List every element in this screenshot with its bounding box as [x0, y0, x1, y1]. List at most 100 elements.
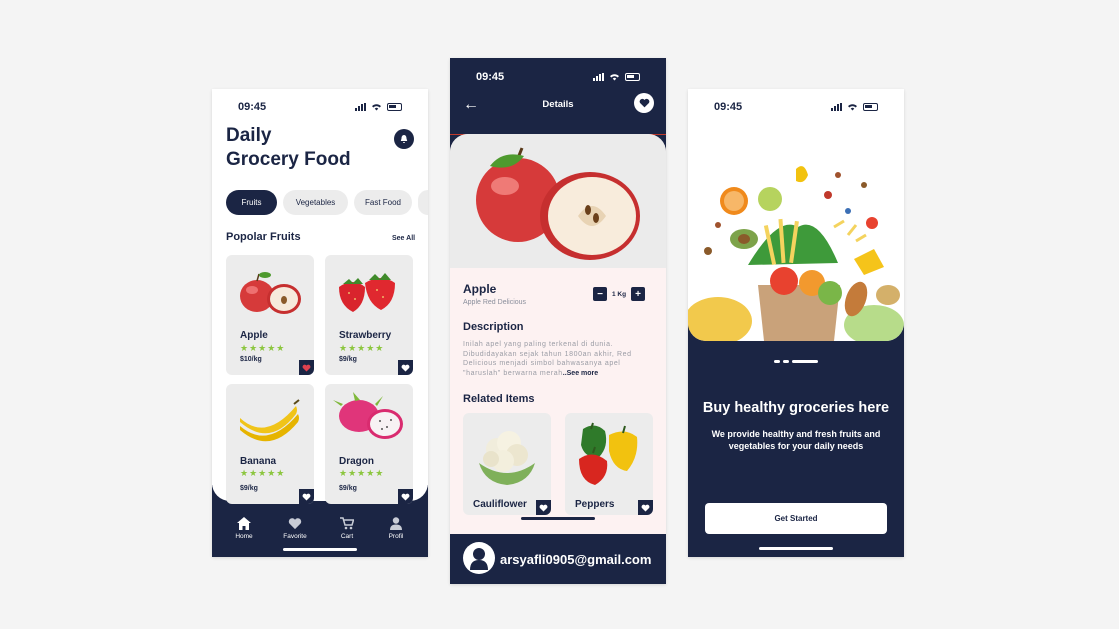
- product-card-banana[interactable]: Banana ★★★★★ $9/kg: [226, 384, 314, 504]
- product-card-dragon[interactable]: Dragon ★★★★★ $9/kg: [325, 384, 413, 504]
- apple-hero-image: [476, 147, 640, 260]
- nav-label: Home: [235, 533, 253, 540]
- peppers-image: [579, 422, 638, 485]
- home-indicator: [521, 517, 595, 520]
- signal-icon: [355, 103, 366, 111]
- product-card-strawberry[interactable]: Strawberry ★★★★★ $9/kg: [325, 255, 413, 375]
- heart-icon: [302, 493, 311, 501]
- decrease-button[interactable]: −: [593, 287, 607, 301]
- strawberry-image: [339, 273, 395, 312]
- onboarding-headline: Buy healthy groceries here: [702, 400, 890, 416]
- quantity-stepper: − 1 Kg +: [593, 287, 646, 301]
- product-name: Strawberry: [339, 330, 392, 341]
- product-price: $9/kg: [240, 485, 258, 492]
- onboarding-subtext: We provide healthy and fresh fruits and …: [711, 429, 881, 451]
- page-dot-active: [792, 360, 818, 363]
- plus-icon: +: [635, 288, 642, 300]
- status-bar: 09:45: [450, 67, 666, 87]
- product-price: $9/kg: [339, 485, 357, 492]
- related-card-peppers[interactable]: Peppers: [565, 413, 653, 515]
- get-started-button[interactable]: Get Started: [705, 503, 887, 534]
- signal-icon: [831, 103, 842, 111]
- product-price: $9/kg: [339, 356, 357, 363]
- signal-icon: [593, 73, 604, 81]
- product-image-area: [450, 134, 666, 268]
- product-card-apple[interactable]: Apple ★★★★★ $10/kg: [226, 255, 314, 375]
- battery-icon: [387, 103, 402, 111]
- dragon-fruit-image: [333, 392, 403, 439]
- page-title: Daily Grocery Food: [226, 124, 351, 172]
- tab-fruits[interactable]: Fruits: [226, 190, 277, 215]
- page-indicator: [774, 360, 818, 363]
- increase-button[interactable]: +: [631, 287, 646, 301]
- details-content: Apple Apple Red Delicious − 1 Kg + Descr…: [450, 134, 666, 584]
- favorite-button[interactable]: [536, 500, 551, 515]
- author-email: arsyafli0905@gmail.com: [500, 552, 652, 567]
- favorite-button[interactable]: [299, 489, 314, 504]
- product-name: Banana: [240, 456, 277, 467]
- heart-icon: [288, 518, 302, 530]
- banana-image: [240, 399, 300, 442]
- rating-stars: ★★★★★: [240, 468, 286, 478]
- quantity-value: 1 Kg: [612, 290, 627, 298]
- nav-label: Cart: [340, 533, 354, 540]
- bell-icon: [400, 135, 408, 143]
- wifi-icon: [610, 74, 619, 81]
- home-screen: 09:45 Daily Grocery Food Fruits Vegetabl…: [212, 89, 428, 557]
- heart-filled-icon: [302, 364, 311, 372]
- product-name: Apple: [240, 330, 268, 341]
- status-time: 09:45: [238, 101, 267, 113]
- favorite-button[interactable]: [398, 489, 413, 504]
- related-title: Related Items: [463, 393, 535, 405]
- related-card-cauliflower[interactable]: Cauliflower: [463, 413, 551, 515]
- favorite-button[interactable]: [299, 360, 314, 375]
- groceries-illustration: [688, 166, 904, 341]
- onboarding-screen: 09:45 Buy healthy groceries here We prov…: [688, 89, 904, 557]
- favorite-button[interactable]: [638, 500, 653, 515]
- tab-fast-food[interactable]: Fast Food: [354, 190, 412, 215]
- wifi-icon: [848, 104, 857, 111]
- see-all-link[interactable]: See All: [392, 235, 415, 242]
- related-item-name: Cauliflower: [473, 499, 527, 510]
- status-time: 09:45: [714, 101, 743, 113]
- avatar: [463, 542, 495, 574]
- product-variety: Apple Red Delicious: [463, 299, 527, 306]
- tab-more[interactable]: [418, 190, 428, 215]
- apple-image: [240, 272, 301, 314]
- cart-icon: [340, 517, 354, 530]
- user-icon: [390, 517, 402, 530]
- home-content: 09:45 Daily Grocery Food Fruits Vegetabl…: [212, 89, 428, 504]
- product-price: $10/kg: [240, 356, 262, 363]
- description-title: Description: [463, 321, 524, 333]
- nav-label: Favorite: [283, 533, 307, 540]
- battery-icon: [625, 73, 640, 81]
- tab-vegetables[interactable]: Vegetables: [283, 190, 348, 215]
- title-line-1: Daily: [226, 125, 272, 146]
- page-dot: [774, 360, 780, 363]
- status-bar: 09:45: [688, 97, 904, 117]
- details-screen: 09:45 ← Details Apple Apple Red Deliciou…: [450, 58, 666, 584]
- see-more-link[interactable]: ..See more: [563, 370, 598, 377]
- nav-favorite[interactable]: Favorite: [275, 517, 315, 540]
- rating-stars: ★★★★★: [240, 343, 286, 353]
- battery-icon: [863, 103, 878, 111]
- title-line-2: Grocery Food: [226, 149, 351, 170]
- product-name: Apple: [463, 282, 497, 296]
- minus-icon: −: [597, 288, 603, 300]
- section-title: Popolar Fruits: [226, 231, 301, 243]
- nav-cart[interactable]: Cart: [327, 517, 367, 540]
- nav-home[interactable]: Home: [224, 517, 264, 540]
- status-time: 09:45: [476, 71, 505, 83]
- category-tabs: Fruits Vegetables Fast Food: [226, 190, 428, 215]
- user-silhouette-icon: [470, 548, 488, 570]
- notification-button[interactable]: [394, 129, 414, 149]
- home-icon: [237, 517, 251, 530]
- rating-stars: ★★★★★: [339, 468, 385, 478]
- favorite-button[interactable]: [634, 93, 654, 113]
- home-indicator: [759, 547, 833, 550]
- favorite-button[interactable]: [398, 360, 413, 375]
- heart-icon: [539, 504, 548, 512]
- product-name: Dragon: [339, 456, 374, 467]
- nav-profile[interactable]: Profil: [376, 517, 416, 540]
- heart-icon: [639, 98, 649, 108]
